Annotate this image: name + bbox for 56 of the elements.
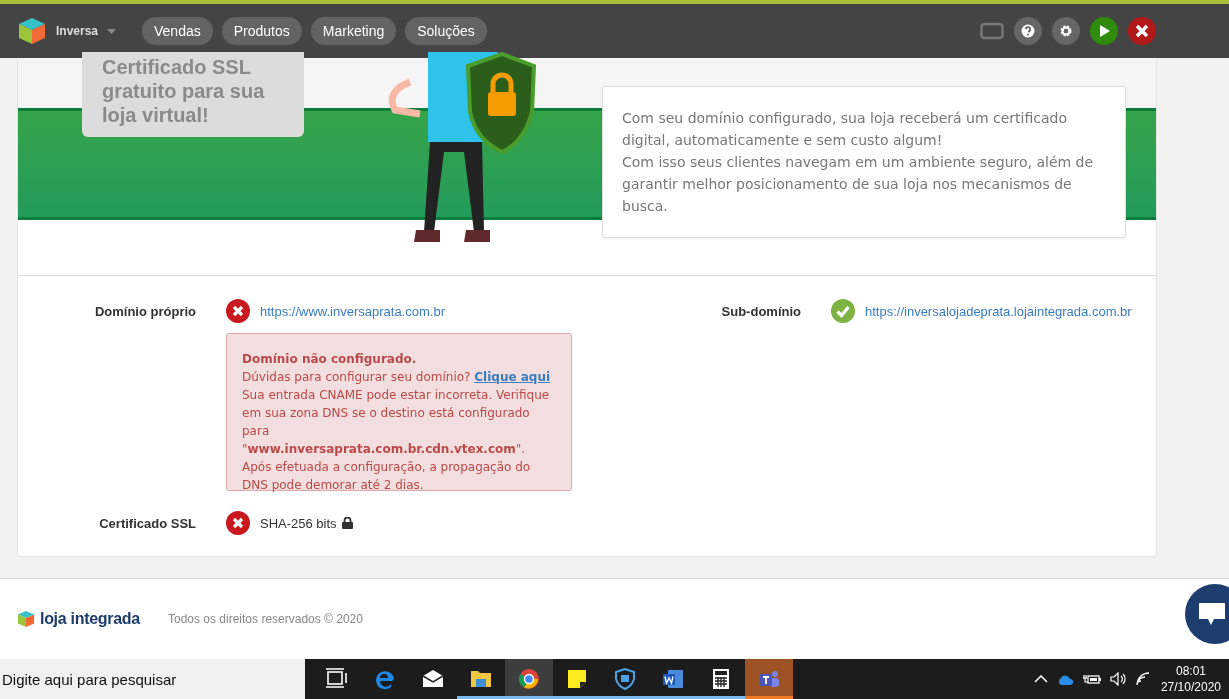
close-icon xyxy=(1135,24,1149,38)
cube-logo-icon xyxy=(18,17,46,45)
field-label: Certificado SSL xyxy=(98,515,196,531)
nav-tab[interactable]: Marketing xyxy=(310,17,397,45)
clock-button[interactable]: 08:01 27/10/2020 xyxy=(1158,663,1223,695)
cube-logo-icon xyxy=(17,610,35,628)
wifi-icon[interactable] xyxy=(1135,672,1150,686)
chat-button[interactable] xyxy=(1185,584,1229,644)
copyright-text: Todos os direitos reservados © 2020 xyxy=(168,612,363,626)
play-icon xyxy=(1097,24,1111,38)
help-link[interactable]: Clique aqui xyxy=(474,370,551,384)
settings-icon xyxy=(1059,24,1073,38)
nav-tab[interactable]: Vendas xyxy=(142,17,213,45)
alert-question: Dúvidas para configurar seu domínio? Clique aqui xyxy=(242,369,552,386)
close-button[interactable] xyxy=(1128,17,1156,45)
taskbar-app-button[interactable] xyxy=(505,659,553,699)
store-menu[interactable]: Inversa xyxy=(56,24,117,38)
nav-tab[interactable]: Soluções xyxy=(405,17,487,45)
cloud-icon[interactable] xyxy=(1056,673,1074,685)
task-view-icon xyxy=(326,668,348,690)
banner-heading-line: gratuito para sua xyxy=(102,79,266,103)
field-label: Domínio próprio xyxy=(93,303,196,319)
domain-link[interactable]: https://www.inversaprata.com.br xyxy=(260,303,445,319)
domain-link[interactable]: https://inversalojadeprata.lojaintegrada.com.br xyxy=(865,303,1132,319)
clock-time: 08:01 xyxy=(1175,663,1206,679)
info-paragraph: Com isso seus clientes navegam em um ambiente seguro, além de garantir melhor posicionamento de sua loja nos mecanismos de busca. xyxy=(622,153,1095,216)
battery-icon[interactable] xyxy=(1082,673,1101,685)
info-paragraph: Com seu domínio configurado, sua loja receberá um certificado digital, automaticamente e sem custo algum! xyxy=(622,109,1068,150)
banner-heading-line: loja virtual! xyxy=(102,103,210,127)
browser-e-icon xyxy=(374,668,396,690)
nav-tab[interactable]: Produtos xyxy=(221,17,302,45)
banner-heading-line: Certificado SSL xyxy=(102,55,252,79)
team-chat-icon xyxy=(758,668,780,690)
browser-circle-icon xyxy=(518,668,540,690)
help-icon xyxy=(1021,24,1035,38)
document-w-icon xyxy=(662,668,684,690)
field-label: Sub-domínio xyxy=(720,303,801,319)
settings-button[interactable] xyxy=(1052,17,1080,45)
sticky-note-icon xyxy=(566,668,588,690)
caret-icon xyxy=(107,28,117,34)
play-button[interactable] xyxy=(1090,17,1118,45)
envelope-icon xyxy=(422,668,444,690)
chat-bubble-icon xyxy=(1197,601,1227,627)
shield-icon xyxy=(614,668,636,690)
help-button[interactable] xyxy=(1014,17,1042,45)
ssl-value: SHA-256 bits xyxy=(260,515,337,531)
folder-icon xyxy=(470,668,492,690)
calculator-icon xyxy=(710,668,732,690)
alert-title: Domínio não configurado. xyxy=(242,351,418,368)
search-field[interactable]: Digite aqui para pesquisar xyxy=(0,659,305,699)
chevron-up-icon[interactable] xyxy=(1033,675,1048,683)
brand-logo-text: loja integrada xyxy=(40,610,140,628)
lock-icon xyxy=(341,517,353,529)
clock-date: 27/10/2020 xyxy=(1160,679,1221,695)
speaker-icon[interactable] xyxy=(1109,672,1127,686)
alert-message: Sua entrada CNAME pode estar incorreta. Verifique em sua zona DNS se o destino está configurado para "www.inversaprata.com.br.cdn.vtex.com". Após efetuada a configuração, a propagação do DNS pode demorar até 2 dias. xyxy=(242,387,551,494)
